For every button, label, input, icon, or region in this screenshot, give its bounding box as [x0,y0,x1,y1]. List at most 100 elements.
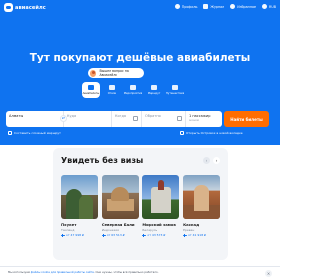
open-booking-option[interactable]: Открыть Островок в новой вкладке [180,131,243,135]
route-icon [151,85,157,90]
tab-events-label: Мероприятия [123,92,143,95]
plane-icon [61,233,65,237]
destination-name: Каскад [183,222,200,227]
suitcase-icon [172,85,178,90]
price-value: от 47 998 ₽ [66,233,84,237]
nav-currency[interactable]: RUB [262,4,276,9]
plane-icon [88,85,94,90]
chevron-right-icon[interactable]: › [213,157,220,164]
nav-currency-label: RUB [269,4,276,9]
route-icon [8,131,12,135]
price-value: от 43 573 ₽ [147,233,166,237]
heart-icon [230,4,236,9]
destination-list: Пхукет Таиланд от 47 998 ₽ Северная Бали… [61,175,221,237]
from-value: Алматы [9,114,24,118]
tab-hotels-label: Отели [107,92,117,95]
signin-pill[interactable]: Вышел вопрос на Авиасейлс [88,68,144,78]
to-field[interactable]: Куда [64,111,112,127]
nav-favorites[interactable]: Избранное [230,4,256,9]
logo-icon [4,3,13,12]
tab-route[interactable]: Маршрут [145,82,163,98]
return-placeholder: Обратно [145,114,161,118]
destination-price: от 47 998 ₽ [61,233,98,237]
chevron-left-icon[interactable]: ‹ [203,157,210,164]
nav-profile[interactable]: Профиль [174,4,198,9]
destination-card[interactable]: Каскад Ереван от 41 918 ₽ [183,175,221,237]
destination-country: Индонезия [101,228,119,232]
avatar-icon [90,69,97,77]
complex-route-label: Составить сложный маршрут [14,131,61,135]
calendar-icon [177,116,182,121]
search-options: Составить сложный маршрут Открыть Остров… [0,131,280,139]
cookie-link[interactable]: файлы cookie для правильной работы сайта [31,270,94,274]
price-value: от 63 513 ₽ [106,233,125,237]
destination-name: Мирский замок [142,222,177,227]
plane-icon [101,233,106,237]
destination-photo [101,175,139,219]
nav-profile-label: Профиль [181,4,198,9]
plane-icon [183,233,188,237]
cookie-prefix: Мы используем [8,270,31,274]
currency-icon [262,4,268,9]
tab-travel[interactable]: Путешествия [166,82,184,98]
photo-detail [158,180,165,190]
destination-photo [61,175,98,219]
swap-icon[interactable]: ⇄ [60,115,67,122]
price-value: от 41 918 ₽ [188,233,206,237]
close-icon[interactable]: × [265,270,272,277]
hero-title: Тут покупают дешёвые авиабилеты [29,52,251,64]
destination-card[interactable]: Северная Бали Индонезия от 63 513 ₽ [101,175,139,237]
passengers-value: 1 пассажир [189,114,211,118]
mode-tabs: Авиабилеты Отели Мероприятия Маршрут Пут… [82,82,184,98]
photo-detail [79,195,93,219]
logo[interactable]: авиасейлс [4,3,46,12]
passengers-class: эконом [189,119,199,122]
photo-detail [110,187,129,201]
destination-country: Беларусь [142,228,158,232]
destination-price: от 43 573 ₽ [142,233,179,237]
photo-detail [194,185,210,211]
to-placeholder: Куда [67,114,77,118]
passengers-field[interactable]: 1 пассажир эконом [186,111,222,127]
journal-icon [203,4,209,9]
top-nav: Профиль Журнал Избранное RUB [174,4,276,9]
event-icon [130,85,136,90]
destination-price: от 41 918 ₽ [183,233,220,237]
checkbox[interactable] [180,131,184,135]
return-field[interactable]: Обратно [142,111,186,127]
from-field[interactable]: Алматы ⇄ [6,111,67,127]
search-form: Алматы ⇄ Куда Когда Обратно 1 пассажир э… [6,111,269,127]
photo-detail [151,187,172,213]
nav-favorites-label: Избранное [237,4,257,9]
find-tickets-button[interactable]: Найти билеты [224,111,269,127]
destination-card[interactable]: Пхукет Таиланд от 47 998 ₽ [61,175,98,237]
tab-events[interactable]: Мероприятия [124,82,142,98]
section-title: Увидеть без визы [61,156,144,165]
destination-photo [183,175,221,219]
destination-card[interactable]: Мирский замок Беларусь от 43 573 ₽ [142,175,180,237]
complex-route-option[interactable]: Составить сложный маршрут [8,131,61,135]
logo-text: авиасейлс [15,4,46,11]
carousel-arrows: ‹ › [203,157,220,164]
tab-flights-label: Авиабилеты [82,92,100,95]
tab-hotels[interactable]: Отели [103,82,121,98]
depart-placeholder: Когда [115,114,127,118]
cookie-suffix: . Они нужны, чтобы всё правильно работал… [93,270,159,274]
nav-journal[interactable]: Журнал [203,4,224,9]
top-bar: авиасейлс Профиль Журнал Избранное RUB [0,0,280,16]
destination-photo [142,175,180,219]
destination-price: от 63 513 ₽ [101,233,139,237]
calendar-icon [133,116,138,121]
destination-country: Таиланд [61,228,75,232]
plane-icon [142,233,147,237]
hotel-icon [109,85,115,90]
tab-travel-label: Путешествия [165,92,185,95]
destination-name: Северная Бали [101,222,135,227]
open-booking-label: Открыть Островок в новой вкладке [186,131,243,135]
tab-flights[interactable]: Авиабилеты [82,82,100,98]
signin-label: Вышел вопрос на Авиасейлс [99,69,129,77]
depart-field[interactable]: Когда [112,111,142,127]
destination-country: Ереван [183,228,195,232]
tab-route-label: Маршрут [147,92,161,95]
nav-journal-label: Журнал [210,4,225,9]
